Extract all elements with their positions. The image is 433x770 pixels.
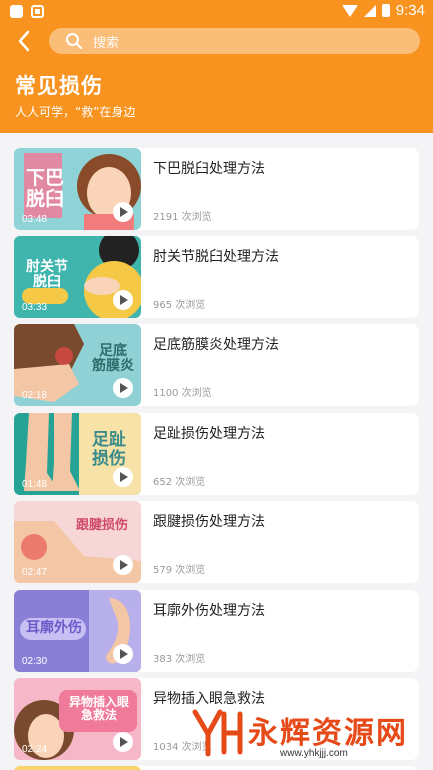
thumbnail-label: 跟腱损伤 xyxy=(76,518,129,533)
watermark-logo-icon xyxy=(192,709,243,757)
back-arrow-icon[interactable] xyxy=(12,28,38,54)
video-thumbnail: 足趾 损伤 01:48 xyxy=(14,413,141,495)
play-icon[interactable] xyxy=(113,555,133,575)
video-duration: 01:48 xyxy=(22,479,48,490)
list-item[interactable]: 肘关节 脱臼 03:33 肘关节脱臼处理方法 965 次浏览 xyxy=(14,236,419,318)
list-item[interactable]: 足底 筋膜炎 02:18 足底筋膜炎处理方法 1100 次浏览 xyxy=(14,324,419,406)
video-title: 下巴脱臼处理方法 xyxy=(153,161,265,177)
video-thumbnail xyxy=(14,766,141,770)
status-time: 9:34 xyxy=(395,2,425,19)
video-duration: 02:30 xyxy=(22,656,48,667)
video-duration: 02:18 xyxy=(22,390,48,401)
video-duration: 03:48 xyxy=(22,214,48,225)
video-title: 跟腱损伤处理方法 xyxy=(153,514,265,530)
watermark-url: www.yhkjjj.com xyxy=(280,748,348,759)
video-thumbnail: 下巴 脱臼 03:48 xyxy=(14,148,141,230)
status-bar: 9:34 xyxy=(0,0,433,24)
play-icon[interactable] xyxy=(113,202,133,222)
thumbnail-label: 肘关节 脱臼 xyxy=(26,259,68,291)
battery-icon xyxy=(381,4,390,17)
video-title: 耳廓外伤处理方法 xyxy=(153,603,265,619)
video-thumbnail: 耳廓外伤 02:30 xyxy=(14,590,141,672)
thumbnail-label: 足趾 损伤 xyxy=(92,430,126,469)
watermark: 永辉资源网 www.yhkjjj.com xyxy=(190,700,433,770)
watermark-text: 永辉资源网 xyxy=(248,716,408,751)
play-icon[interactable] xyxy=(113,732,133,752)
page-title: 常见损伤 xyxy=(15,74,103,98)
video-title: 足底筋膜炎处理方法 xyxy=(153,337,279,353)
thumbnail-label: 足底 筋膜炎 xyxy=(92,343,134,375)
video-title: 足趾损伤处理方法 xyxy=(153,426,265,442)
list-item[interactable]: 足趾 损伤 01:48 足趾损伤处理方法 652 次浏览 xyxy=(14,413,419,495)
list-item[interactable]: 耳廓外伤 02:30 耳廓外伤处理方法 383 次浏览 xyxy=(14,590,419,672)
notification-icon xyxy=(10,5,23,18)
video-duration: 02:47 xyxy=(22,567,48,578)
play-icon[interactable] xyxy=(113,378,133,398)
signal-icon xyxy=(363,4,376,17)
search-placeholder: 搜索 xyxy=(93,35,120,51)
view-count: 965 次浏览 xyxy=(153,300,206,311)
video-duration: 03:33 xyxy=(22,302,48,313)
video-thumbnail: 足底 筋膜炎 02:18 xyxy=(14,324,141,406)
thumbnail-label: 异物插入眼 急救法 xyxy=(68,695,129,723)
video-title: 肘关节脱臼处理方法 xyxy=(153,249,279,265)
view-count: 652 次浏览 xyxy=(153,477,206,488)
play-icon[interactable] xyxy=(113,644,133,664)
video-thumbnail: 肘关节 脱臼 03:33 xyxy=(14,236,141,318)
video-duration: 02:24 xyxy=(22,744,48,755)
page-subtitle: 人人可学，“救”在身边 xyxy=(15,105,136,119)
wifi-icon xyxy=(341,4,358,17)
view-count: 2191 次浏览 xyxy=(153,212,212,223)
app-notification-icon xyxy=(31,5,44,18)
play-icon[interactable] xyxy=(113,467,133,487)
list-item[interactable]: 下巴 脱臼 03:48 下巴脱臼处理方法 2191 次浏览 xyxy=(14,148,419,230)
search-icon xyxy=(66,33,82,49)
video-thumbnail: 跟腱损伤 02:47 xyxy=(14,501,141,583)
video-thumbnail: 异物插入眼 急救法 02:24 xyxy=(14,678,141,760)
video-list: 下巴 脱臼 03:48 下巴脱臼处理方法 2191 次浏览 肘关节 脱臼 03:… xyxy=(0,133,433,770)
header: 9:34 搜索 常见损伤 人人可学，“救”在身边 xyxy=(0,0,433,133)
thumbnail-label: 下巴 脱臼 xyxy=(26,167,65,210)
play-icon[interactable] xyxy=(113,290,133,310)
list-item[interactable]: 跟腱损伤 02:47 跟腱损伤处理方法 579 次浏览 xyxy=(14,501,419,583)
view-count: 579 次浏览 xyxy=(153,565,206,576)
view-count: 383 次浏览 xyxy=(153,654,206,665)
view-count: 1100 次浏览 xyxy=(153,388,212,399)
thumbnail-label: 耳廓外伤 xyxy=(26,620,82,636)
search-input[interactable]: 搜索 xyxy=(49,28,420,54)
